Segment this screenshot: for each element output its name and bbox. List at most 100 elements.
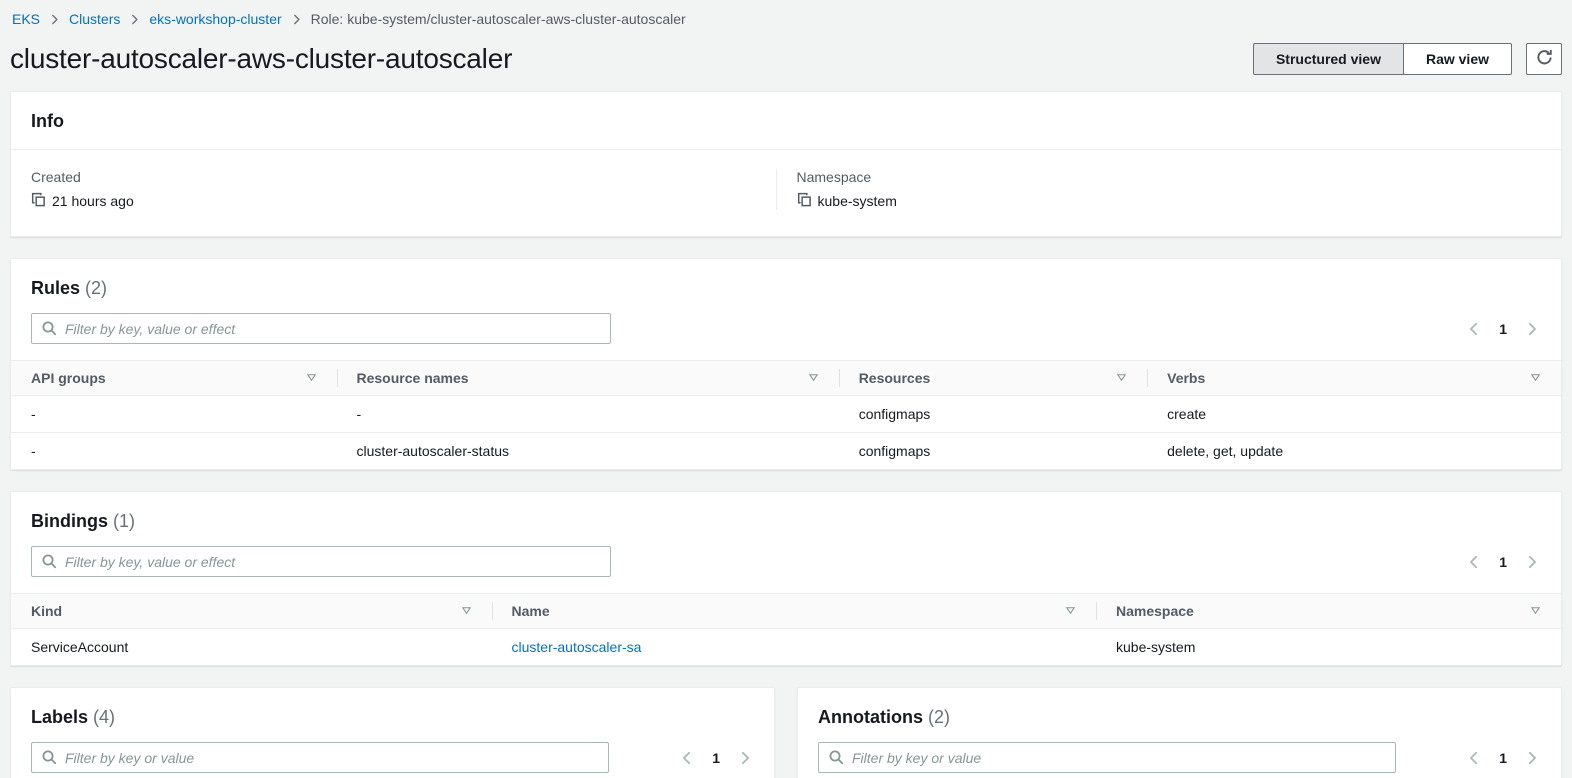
cell-namespace: kube-system <box>1096 629 1561 666</box>
page-title: cluster-autoscaler-aws-cluster-autoscale… <box>10 43 512 75</box>
breadcrumb-current: Role: kube-system/cluster-autoscaler-aws… <box>311 11 686 27</box>
page-number-button[interactable]: 1 <box>1497 319 1509 339</box>
rules-panel-header: Rules(2) <box>11 259 1561 313</box>
breadcrumb-link-eks[interactable]: EKS <box>12 11 40 27</box>
column-header-verbs[interactable]: Verbs <box>1147 361 1561 396</box>
bindings-filter-row: 1 <box>11 546 1561 593</box>
labels-search-box <box>31 742 609 773</box>
raw-view-button[interactable]: Raw view <box>1404 43 1512 75</box>
namespace-value: kube-system <box>818 193 897 209</box>
info-panel: Info Created 21 hours ago Namespace kube… <box>10 91 1562 237</box>
next-page-button[interactable] <box>1523 320 1541 338</box>
cell-resources: configmaps <box>839 433 1147 470</box>
table-row: - - configmaps create <box>11 396 1561 433</box>
cell-api-groups: - <box>11 433 337 470</box>
refresh-button[interactable] <box>1526 43 1562 75</box>
bindings-title: Bindings <box>31 511 108 531</box>
next-page-button[interactable] <box>736 749 754 767</box>
next-page-button[interactable] <box>1523 749 1541 767</box>
breadcrumb: EKS Clusters eks-workshop-cluster Role: … <box>10 0 1562 33</box>
cell-api-groups: - <box>11 396 337 433</box>
cell-name: cluster-autoscaler-sa <box>492 629 1097 666</box>
labels-panel-header: Labels(4) <box>11 688 774 742</box>
sort-icon <box>1530 603 1541 619</box>
info-body: Created 21 hours ago Namespace kube-syst… <box>11 150 1561 236</box>
info-panel-header: Info <box>11 92 1561 150</box>
sort-icon <box>1530 370 1541 386</box>
cell-verbs: delete, get, update <box>1147 433 1561 470</box>
header-actions: Structured view Raw view <box>1253 43 1562 75</box>
annotations-title: Annotations <box>818 707 923 727</box>
rules-filter-input[interactable] <box>31 313 611 344</box>
previous-page-button[interactable] <box>1465 553 1483 571</box>
annotations-filter-row: 1 <box>798 742 1561 778</box>
service-account-link[interactable]: cluster-autoscaler-sa <box>512 639 642 655</box>
cell-resource-names: - <box>337 396 839 433</box>
cell-resource-names: cluster-autoscaler-status <box>337 433 839 470</box>
rules-panel: Rules(2) 1 API groups Resource names Res… <box>10 258 1562 470</box>
labels-title: Labels <box>31 707 88 727</box>
search-icon <box>41 553 57 574</box>
breadcrumb-link-cluster-name[interactable]: eks-workshop-cluster <box>149 11 281 27</box>
rules-search-box <box>31 313 611 344</box>
rules-title: Rules <box>31 278 80 298</box>
chevron-right-icon <box>291 14 302 25</box>
sort-icon <box>461 603 472 619</box>
copy-icon[interactable] <box>31 192 46 210</box>
search-icon <box>828 749 844 770</box>
refresh-icon <box>1536 49 1553 69</box>
annotations-count: (2) <box>928 707 950 727</box>
info-field-created: Created 21 hours ago <box>31 169 776 210</box>
page-number-button[interactable]: 1 <box>1497 748 1509 768</box>
chevron-right-icon <box>49 14 60 25</box>
breadcrumb-link-clusters[interactable]: Clusters <box>69 11 120 27</box>
chevron-right-icon <box>129 14 140 25</box>
column-header-resource-names[interactable]: Resource names <box>337 361 839 396</box>
bindings-panel: Bindings(1) 1 Kind Name Namespace <box>10 491 1562 666</box>
sort-icon <box>306 370 317 386</box>
created-value: 21 hours ago <box>52 193 134 209</box>
rules-filter-row: 1 <box>11 313 1561 360</box>
labels-count: (4) <box>93 707 115 727</box>
info-title: Info <box>31 111 64 131</box>
bindings-count: (1) <box>113 511 135 531</box>
table-row: ServiceAccount cluster-autoscaler-sa kub… <box>11 629 1561 666</box>
previous-page-button[interactable] <box>1465 749 1483 767</box>
annotations-panel-header: Annotations(2) <box>798 688 1561 742</box>
copy-icon[interactable] <box>797 192 812 210</box>
next-page-button[interactable] <box>1523 553 1541 571</box>
page-header: cluster-autoscaler-aws-cluster-autoscale… <box>10 43 1562 75</box>
search-icon <box>41 749 57 770</box>
annotations-filter-input[interactable] <box>818 742 1396 773</box>
column-header-kind[interactable]: Kind <box>11 594 492 629</box>
page-number-button[interactable]: 1 <box>1497 552 1509 572</box>
column-header-namespace[interactable]: Namespace <box>1096 594 1561 629</box>
page-root: EKS Clusters eks-workshop-cluster Role: … <box>0 0 1572 778</box>
labels-filter-input[interactable] <box>31 742 609 773</box>
rules-count: (2) <box>85 278 107 298</box>
bindings-search-box <box>31 546 611 577</box>
previous-page-button[interactable] <box>1465 320 1483 338</box>
column-header-api-groups[interactable]: API groups <box>11 361 337 396</box>
rules-pagination: 1 <box>1465 319 1541 339</box>
cell-kind: ServiceAccount <box>11 629 492 666</box>
sort-icon <box>808 370 819 386</box>
sort-icon <box>1065 603 1076 619</box>
rules-table: API groups Resource names Resources Verb… <box>11 360 1561 469</box>
structured-view-button[interactable]: Structured view <box>1253 43 1404 75</box>
page-number-button[interactable]: 1 <box>710 748 722 768</box>
bindings-table: Kind Name Namespace ServiceAccount clust… <box>11 593 1561 665</box>
column-header-resources[interactable]: Resources <box>839 361 1147 396</box>
bindings-filter-input[interactable] <box>31 546 611 577</box>
cell-verbs: create <box>1147 396 1561 433</box>
namespace-label: Namespace <box>797 169 1542 185</box>
previous-page-button[interactable] <box>678 749 696 767</box>
bindings-pagination: 1 <box>1465 552 1541 572</box>
sort-icon <box>1116 370 1127 386</box>
cell-resources: configmaps <box>839 396 1147 433</box>
info-field-namespace: Namespace kube-system <box>776 169 1542 210</box>
bindings-panel-header: Bindings(1) <box>11 492 1561 546</box>
created-label: Created <box>31 169 776 185</box>
view-toggle-group: Structured view Raw view <box>1253 43 1512 75</box>
column-header-name[interactable]: Name <box>492 594 1097 629</box>
